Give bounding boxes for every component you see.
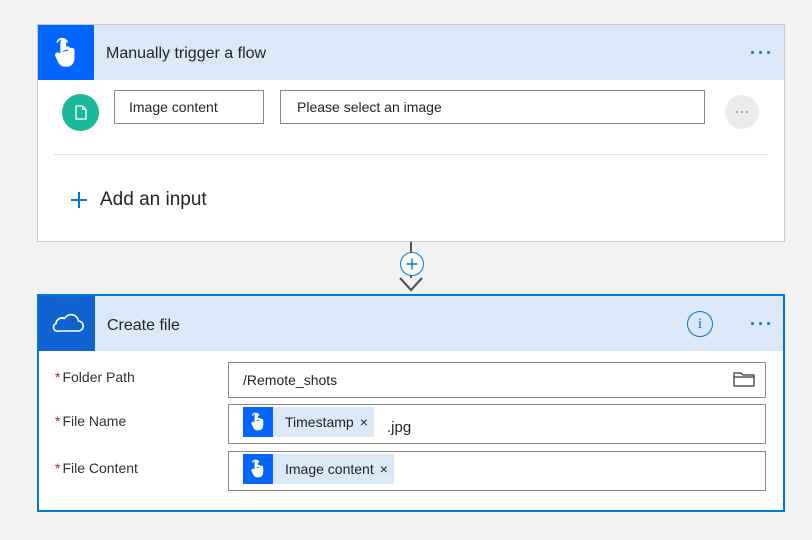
info-icon[interactable]: i (687, 311, 713, 337)
input-description-field[interactable]: Please select an image (280, 90, 705, 124)
plus-icon (406, 258, 418, 270)
file-input-type-icon (62, 94, 99, 131)
folder-path-value: /Remote_shots (243, 372, 338, 388)
folder-path-label-text: Folder Path (62, 369, 135, 385)
file-name-label: * File Name (55, 413, 126, 429)
divider (54, 154, 768, 155)
trigger-more-options-button[interactable] (751, 25, 770, 80)
file-content-label: * File Content (55, 460, 138, 476)
trigger-card[interactable]: Manually trigger a flow Image content Pl… (37, 24, 785, 242)
dot (751, 51, 754, 54)
input-name-field[interactable]: Image content (114, 90, 264, 124)
trigger-header[interactable]: Manually trigger a flow (38, 25, 784, 80)
action-more-options-button[interactable] (751, 296, 770, 351)
file-content-label-text: File Content (62, 460, 138, 476)
folder-path-field[interactable]: /Remote_shots (228, 362, 766, 398)
dot (741, 111, 743, 113)
file-content-field[interactable]: Image content × (228, 451, 766, 491)
remove-token-button[interactable]: × (380, 461, 394, 477)
plus-icon (71, 192, 87, 208)
action-header[interactable]: Create file i (39, 296, 783, 351)
dot (759, 322, 762, 325)
trigger-title: Manually trigger a flow (106, 45, 267, 62)
touch-hand-icon (38, 25, 94, 80)
add-input-label: Add an input (100, 189, 207, 210)
dot (767, 322, 770, 325)
file-name-field[interactable]: Timestamp × .jpg (228, 404, 766, 444)
required-marker: * (55, 460, 61, 476)
file-name-label-text: File Name (62, 413, 127, 429)
timestamp-token[interactable]: Timestamp × (243, 407, 374, 437)
dot (736, 111, 738, 113)
dot (746, 111, 748, 113)
create-file-card[interactable]: Create file i * Folder Path /Remote_shots… (37, 294, 785, 512)
input-more-options-button[interactable] (725, 95, 759, 129)
required-marker: * (55, 369, 61, 385)
dot (767, 51, 770, 54)
touch-hand-icon (243, 407, 273, 437)
dot (751, 322, 754, 325)
onedrive-cloud-icon (39, 296, 95, 351)
token-label: Timestamp (285, 414, 354, 430)
folder-path-label: * Folder Path (55, 369, 135, 385)
file-name-suffix: .jpg (387, 419, 412, 436)
dot (759, 51, 762, 54)
touch-hand-icon (243, 454, 273, 484)
action-title: Create file (107, 317, 180, 334)
folder-picker-icon[interactable] (733, 371, 755, 387)
arrow-down-icon (399, 277, 423, 292)
token-label: Image content (285, 461, 374, 477)
image-content-token[interactable]: Image content × (243, 454, 394, 484)
remove-token-button[interactable]: × (360, 414, 374, 430)
required-marker: * (55, 413, 61, 429)
add-input-button[interactable]: Add an input (70, 185, 207, 215)
